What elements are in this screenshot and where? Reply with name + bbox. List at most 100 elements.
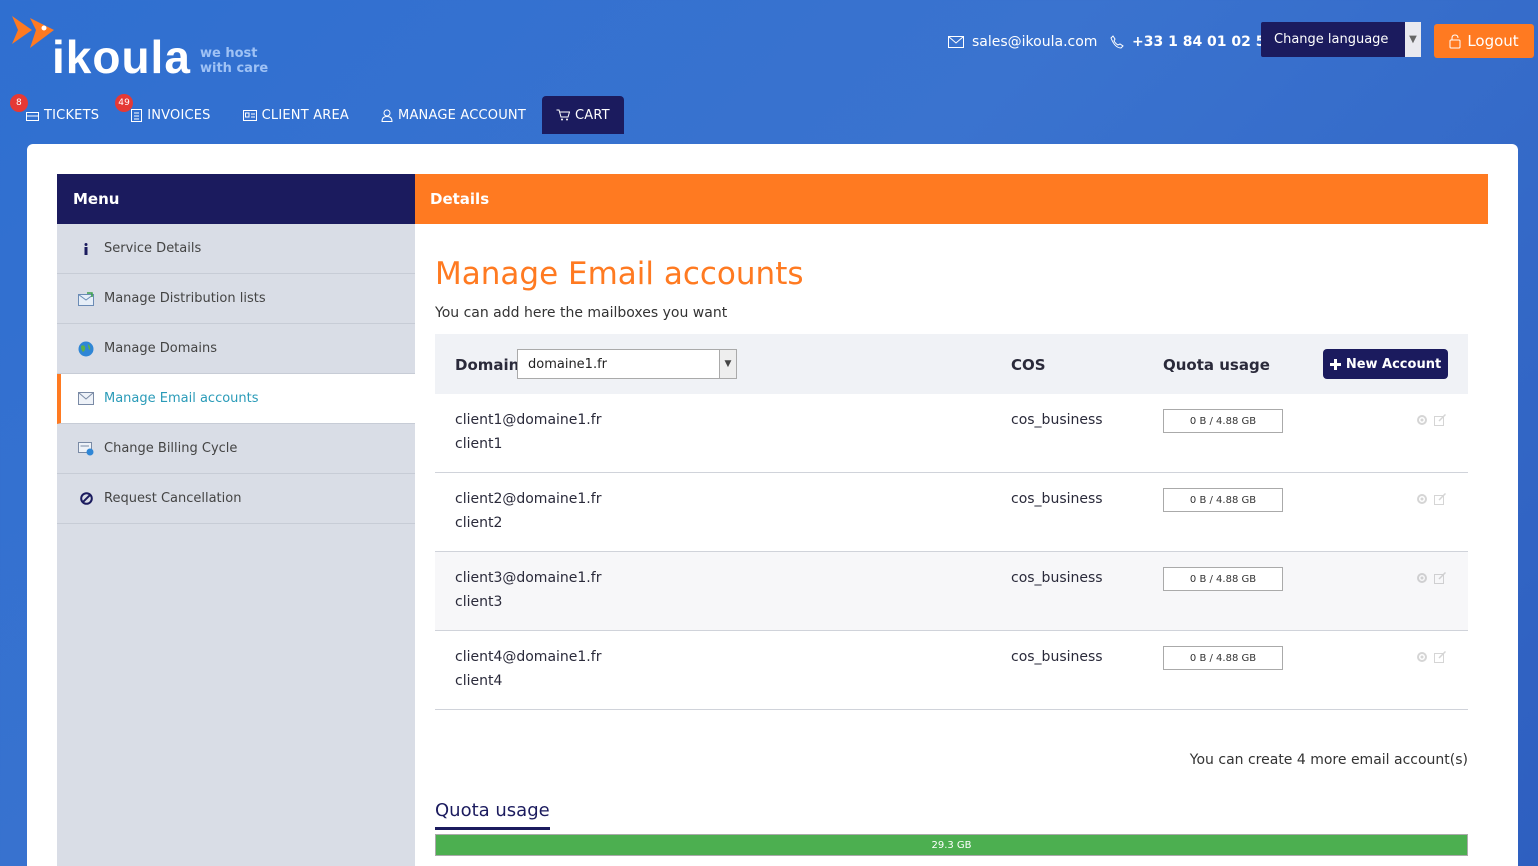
sidebar-item-label: Manage Distribution lists bbox=[104, 291, 266, 306]
page-title: Manage Email accounts bbox=[435, 256, 804, 292]
cart-icon bbox=[556, 109, 570, 121]
domain-label: Domain bbox=[455, 356, 520, 374]
details-header: Details bbox=[415, 174, 1488, 224]
email-contact-text: sales@ikoula.com bbox=[972, 34, 1098, 50]
sidebar-item-cancellation[interactable]: Request Cancellation bbox=[57, 474, 415, 524]
plus-icon bbox=[1329, 358, 1341, 370]
nav-cart-label: CART bbox=[574, 107, 610, 123]
email-accounts-table: Domain domaine1.fr ▼ COS Quota usage New… bbox=[435, 334, 1468, 710]
sidebar-item-label: Change Billing Cycle bbox=[104, 441, 238, 456]
account-quota: 0 B / 4.88 GB bbox=[1163, 409, 1283, 433]
table-row: client4@domaine1.fr client4 cos_business… bbox=[435, 631, 1468, 710]
edit-icon[interactable] bbox=[1434, 414, 1446, 426]
edit-icon[interactable] bbox=[1434, 651, 1446, 663]
row-actions bbox=[1416, 414, 1446, 426]
settings-icon[interactable] bbox=[1416, 651, 1428, 663]
account-quota: 0 B / 4.88 GB bbox=[1163, 488, 1283, 512]
nav-cart[interactable]: CART bbox=[541, 96, 624, 134]
account-cos: cos_business bbox=[1011, 570, 1103, 586]
sidebar-menu: Menu Service Details Manage Distribution… bbox=[57, 174, 415, 866]
nav-manage-account[interactable]: MANAGE ACCOUNT bbox=[365, 96, 542, 134]
account-email: client2@domaine1.fr bbox=[455, 491, 602, 507]
account-email: client1@domaine1.fr bbox=[455, 412, 602, 428]
main-nav: 8 TICKETS 49 INVOICES CLIENT AREA MANAGE… bbox=[10, 94, 624, 134]
domain-select[interactable]: domaine1.fr ▼ bbox=[517, 349, 737, 379]
info-icon bbox=[77, 240, 95, 258]
sidebar-item-service-details[interactable]: Service Details bbox=[57, 224, 415, 274]
sidebar-item-label: Manage Domains bbox=[104, 341, 217, 356]
account-cos: cos_business bbox=[1011, 491, 1103, 507]
logo-wordmark: ikoula bbox=[52, 31, 191, 83]
table-row: client2@domaine1.fr client2 cos_business… bbox=[435, 473, 1468, 552]
cos-column-header: COS bbox=[1011, 356, 1046, 374]
account-quota: 0 B / 4.88 GB bbox=[1163, 567, 1283, 591]
distribution-list-icon bbox=[77, 290, 95, 308]
settings-icon[interactable] bbox=[1416, 414, 1428, 426]
quota-usage-bar: 29.3 GB bbox=[435, 834, 1468, 856]
sidebar-item-billing-cycle[interactable]: Change Billing Cycle bbox=[57, 424, 415, 474]
nav-tickets-label: TICKETS bbox=[44, 107, 100, 123]
user-icon bbox=[381, 109, 393, 122]
details-section: Details Manage Email accounts You can ad… bbox=[415, 174, 1488, 856]
nav-invoices[interactable]: 49 INVOICES bbox=[115, 94, 226, 134]
edit-icon[interactable] bbox=[1434, 493, 1446, 505]
logo-tagline: we host with care bbox=[200, 46, 268, 76]
sidebar-item-domains[interactable]: Manage Domains bbox=[57, 324, 415, 374]
phone-contact[interactable]: +33 1 84 01 02 50 bbox=[1110, 30, 1275, 54]
table-header: Domain domaine1.fr ▼ COS Quota usage New… bbox=[435, 334, 1468, 394]
email-contact[interactable]: sales@ikoula.com bbox=[948, 30, 1097, 54]
account-cos: cos_business bbox=[1011, 412, 1103, 428]
logo-tagline-line-2: with care bbox=[200, 61, 269, 76]
account-quota: 0 B / 4.88 GB bbox=[1163, 646, 1283, 670]
quota-column-header: Quota usage bbox=[1163, 356, 1270, 374]
edit-icon[interactable] bbox=[1434, 572, 1446, 584]
id-card-icon bbox=[242, 109, 257, 121]
tickets-badge: 8 bbox=[10, 94, 28, 112]
phone-icon bbox=[1110, 35, 1124, 49]
sidebar-item-email-accounts[interactable]: Manage Email accounts bbox=[57, 374, 415, 424]
chevron-down-icon: ▼ bbox=[719, 350, 736, 378]
email-accounts-icon bbox=[77, 390, 95, 408]
logout-button[interactable]: Logout bbox=[1434, 24, 1534, 58]
ikoula-logo[interactable]: ikoula we host with care bbox=[10, 8, 270, 83]
account-name: client2 bbox=[455, 515, 503, 531]
chevron-down-icon: ▼ bbox=[1405, 22, 1421, 57]
domain-select-value: domaine1.fr bbox=[528, 356, 608, 372]
page-subtitle: You can add here the mailboxes you want bbox=[435, 305, 728, 321]
quota-usage-title: Quota usage bbox=[435, 800, 550, 830]
account-name: client4 bbox=[455, 673, 503, 689]
settings-icon[interactable] bbox=[1416, 572, 1428, 584]
settings-icon[interactable] bbox=[1416, 493, 1428, 505]
globe-icon bbox=[77, 340, 95, 358]
row-actions bbox=[1416, 572, 1446, 584]
row-actions bbox=[1416, 493, 1446, 505]
sidebar-item-label: Request Cancellation bbox=[104, 491, 242, 506]
sidebar-title: Menu bbox=[57, 174, 415, 224]
sidebar-item-distribution-lists[interactable]: Manage Distribution lists bbox=[57, 274, 415, 324]
nav-client-area-label: CLIENT AREA bbox=[261, 107, 350, 123]
account-cos: cos_business bbox=[1011, 649, 1103, 665]
cancel-icon bbox=[77, 490, 95, 508]
language-select[interactable]: Change language ▼ bbox=[1261, 22, 1421, 57]
lock-icon bbox=[1449, 33, 1461, 48]
billing-cycle-icon bbox=[77, 440, 95, 458]
main-panel: Menu Service Details Manage Distribution… bbox=[27, 144, 1518, 866]
nav-tickets[interactable]: 8 TICKETS bbox=[10, 94, 115, 134]
phone-contact-text: +33 1 84 01 02 50 bbox=[1132, 34, 1276, 50]
logout-label: Logout bbox=[1467, 32, 1519, 50]
envelope-icon bbox=[948, 36, 964, 48]
sidebar-item-label: Service Details bbox=[104, 241, 202, 256]
logo-tagline-line-1: we host bbox=[200, 46, 258, 61]
sidebar-item-label: Manage Email accounts bbox=[104, 391, 259, 406]
nav-invoices-label: INVOICES bbox=[147, 107, 211, 123]
row-actions bbox=[1416, 651, 1446, 663]
new-account-button[interactable]: New Account bbox=[1323, 349, 1448, 379]
nav-manage-account-label: MANAGE ACCOUNT bbox=[398, 107, 526, 123]
account-name: client1 bbox=[455, 436, 503, 452]
nav-client-area[interactable]: CLIENT AREA bbox=[227, 96, 365, 134]
account-email: client3@domaine1.fr bbox=[455, 570, 602, 586]
quota-usage-fill: 29.3 GB bbox=[436, 835, 1467, 855]
account-name: client3 bbox=[455, 594, 503, 610]
ticket-icon bbox=[26, 111, 39, 121]
account-email: client4@domaine1.fr bbox=[455, 649, 602, 665]
